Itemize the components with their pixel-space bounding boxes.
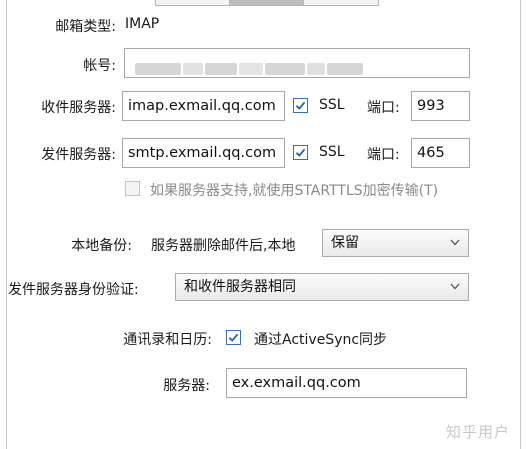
incoming-port-input[interactable]: 993 xyxy=(411,91,470,121)
mailbox-type-label: 邮箱类型: xyxy=(55,19,116,35)
tab-1[interactable] xyxy=(155,0,231,6)
incoming-ssl-checkbox[interactable] xyxy=(293,98,308,113)
incoming-port-label: 端口: xyxy=(367,100,400,116)
local-backup-desc: 服务器删除邮件后,本地 xyxy=(151,238,296,254)
account-field[interactable] xyxy=(124,48,470,78)
account-label: 帐号: xyxy=(83,58,116,74)
outgoing-port-input[interactable]: 465 xyxy=(411,138,470,168)
incoming-server-input[interactable]: imap.exmail.qq.com xyxy=(122,91,285,121)
local-backup-selected: 保留 xyxy=(331,235,359,251)
smtp-auth-label: 发件服务器身份验证: xyxy=(8,282,139,298)
window-frame-right xyxy=(520,0,521,449)
local-backup-label: 本地备份: xyxy=(71,238,132,254)
chevron-down-icon xyxy=(450,239,460,246)
incoming-server-label: 收件服务器: xyxy=(41,100,116,116)
local-backup-select[interactable]: 保留 xyxy=(322,229,469,257)
outgoing-ssl-label: SSL xyxy=(319,144,345,160)
watermark-text: 知乎用户 xyxy=(446,423,511,441)
outgoing-port-label: 端口: xyxy=(367,147,400,163)
sync-server-input[interactable]: ex.exmail.qq.com xyxy=(226,368,467,398)
check-icon xyxy=(228,333,239,342)
incoming-ssl-label: SSL xyxy=(319,97,345,113)
outgoing-server-input[interactable]: smtp.exmail.qq.com xyxy=(122,138,285,168)
sync-server-label: 服务器: xyxy=(163,378,210,394)
redacted-account xyxy=(135,57,365,75)
chevron-down-icon xyxy=(450,283,460,290)
smtp-auth-select[interactable]: 和收件服务器相同 xyxy=(175,273,469,301)
activesync-checkbox[interactable] xyxy=(226,330,241,345)
activesync-label: 通过ActiveSync同步 xyxy=(254,332,388,348)
tab-2[interactable] xyxy=(229,0,305,6)
check-icon xyxy=(295,101,306,110)
starttls-label: 如果服务器支持,就使用STARTTLS加密传输(T) xyxy=(150,183,439,199)
outgoing-server-label: 发件服务器: xyxy=(41,147,116,163)
window-frame-left xyxy=(6,0,7,449)
smtp-auth-selected: 和收件服务器相同 xyxy=(184,279,296,295)
contacts-calendar-label: 通讯录和日历: xyxy=(123,332,212,348)
check-icon xyxy=(295,148,306,157)
tab-3[interactable] xyxy=(303,0,379,6)
outgoing-ssl-checkbox[interactable] xyxy=(293,145,308,160)
mailbox-type-value: IMAP xyxy=(125,16,160,32)
starttls-checkbox[interactable] xyxy=(125,181,140,196)
